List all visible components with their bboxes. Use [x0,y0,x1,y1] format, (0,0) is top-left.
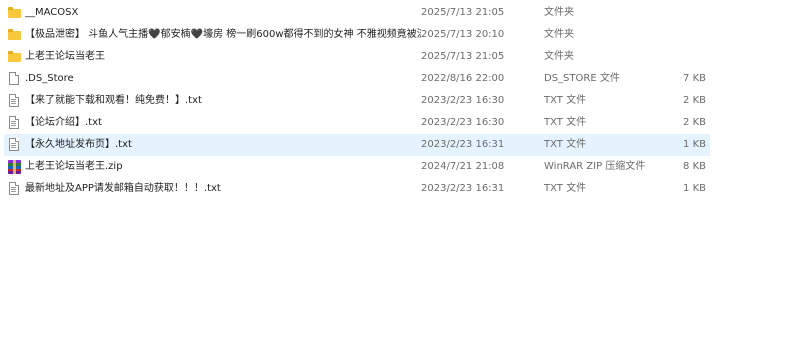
file-date: 2025/7/13 21:05 [421,7,505,18]
file-name: 【极品泄密】 斗鱼人气主播🖤郁安楠🖤壕房 榜一刷600w都得不到的女神 不雅视频… [25,29,421,40]
file-icon [8,72,21,86]
file-date: 2023/2/23 16:31 [421,139,505,150]
file-row-macosx[interactable]: __MACOSX 2025/7/13 21:05 文件夹 [4,2,710,24]
file-row-streamer-folder[interactable]: 【极品泄密】 斗鱼人气主播🖤郁安楠🖤壕房 榜一刷600w都得不到的女神 不雅视频… [4,24,710,46]
file-name: 最新地址及APP请发邮箱自动获取！！！.txt [25,183,221,194]
file-size: 8 KB [683,161,706,172]
file-name: 【永久地址发布页】.txt [25,139,132,150]
file-name: .DS_Store [25,73,74,84]
file-row-laowang-zip[interactable]: 上老王论坛当老王.zip 2024/7/21 21:08 WinRAR ZIP … [4,156,710,178]
text-file-icon [8,182,21,196]
file-date: 2022/8/16 22:00 [421,73,505,84]
folder-icon [8,50,21,64]
file-name: 上老王论坛当老王.zip [25,161,123,172]
text-file-icon [8,94,21,108]
folder-icon [8,28,21,42]
file-size: 1 KB [683,139,706,150]
file-type: DS_STORE 文件 [544,73,620,84]
file-name: __MACOSX [25,7,79,18]
file-date: 2024/7/21 21:08 [421,161,505,172]
file-name: 上老王论坛当老王 [25,51,105,62]
file-row-latest-address-txt[interactable]: 最新地址及APP请发邮箱自动获取！！！.txt 2023/2/23 16:31 … [4,178,710,200]
file-size: 2 KB [683,95,706,106]
file-type: TXT 文件 [544,139,587,150]
file-size: 1 KB [683,183,706,194]
file-list: __MACOSX 2025/7/13 21:05 文件夹 【极品泄密】 斗鱼人气… [4,2,710,200]
file-date: 2025/7/13 20:10 [421,29,505,40]
file-type: 文件夹 [544,29,574,40]
text-file-icon [8,138,21,152]
file-row-ds-store[interactable]: .DS_Store 2022/8/16 22:00 DS_STORE 文件 7 … [4,68,710,90]
file-name: 【论坛介绍】.txt [25,117,102,128]
file-row-free-download-txt[interactable]: 【来了就能下载和观看！纯免费！】.txt 2023/2/23 16:30 TXT… [4,90,710,112]
text-file-icon [8,116,21,130]
file-row-permanent-address-txt[interactable]: 【永久地址发布页】.txt 2023/2/23 16:31 TXT 文件 1 K… [4,134,710,156]
file-type: TXT 文件 [544,117,587,128]
file-type: TXT 文件 [544,95,587,106]
file-name: 【来了就能下载和观看！纯免费！】.txt [25,95,202,106]
file-row-forum-intro-txt[interactable]: 【论坛介绍】.txt 2023/2/23 16:30 TXT 文件 2 KB [4,112,710,134]
file-date: 2023/2/23 16:30 [421,95,505,106]
file-date: 2023/2/23 16:31 [421,183,505,194]
file-size: 7 KB [683,73,706,84]
file-date: 2023/2/23 16:30 [421,117,505,128]
file-row-laowang-folder[interactable]: 上老王论坛当老王 2025/7/13 21:05 文件夹 [4,46,710,68]
folder-icon [8,6,21,20]
zip-archive-icon [8,160,21,174]
file-size: 2 KB [683,117,706,128]
file-type: TXT 文件 [544,183,587,194]
file-date: 2025/7/13 21:05 [421,51,505,62]
file-type: 文件夹 [544,7,574,18]
file-type: WinRAR ZIP 压缩文件 [544,161,646,172]
file-type: 文件夹 [544,51,574,62]
